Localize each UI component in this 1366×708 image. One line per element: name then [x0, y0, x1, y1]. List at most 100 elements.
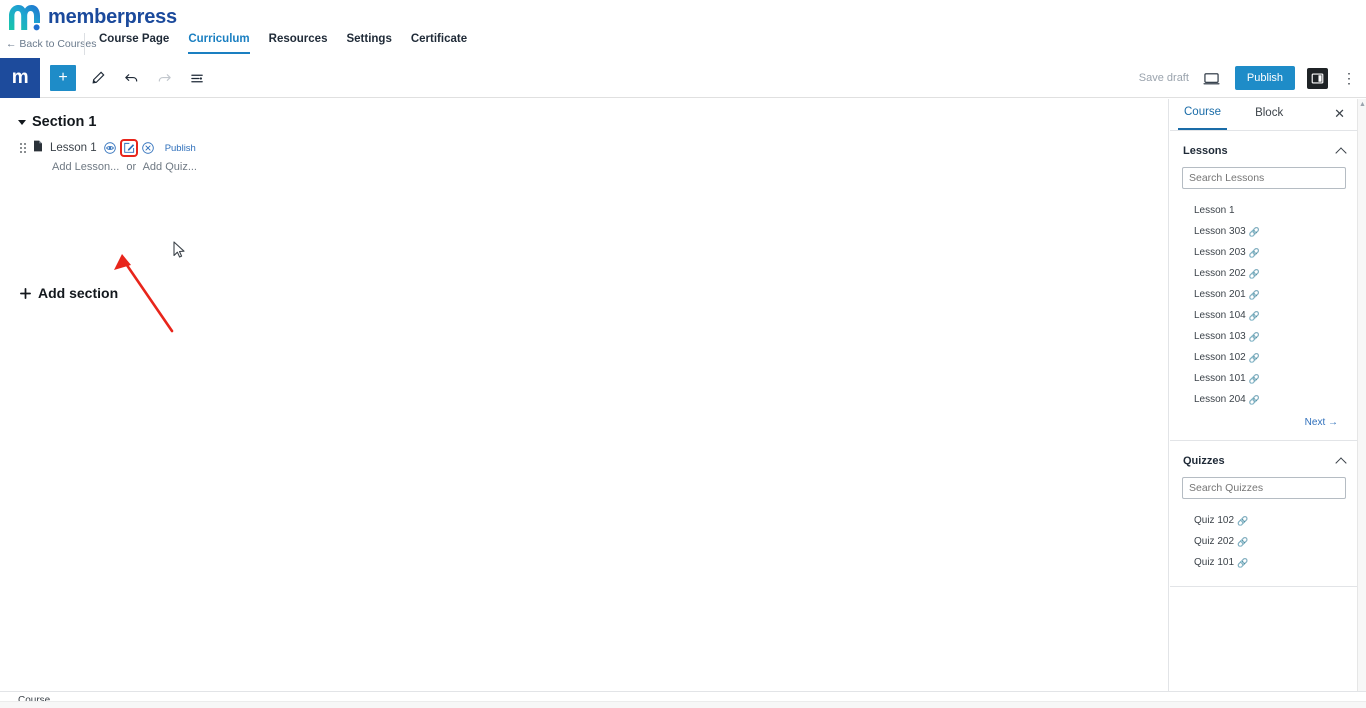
link-icon: 🔗: [1248, 352, 1260, 363]
annotation-arrow: [114, 254, 174, 333]
list-item[interactable]: Quiz 202 🔗: [1170, 532, 1358, 553]
quizzes-list: Quiz 102 🔗 Quiz 202 🔗 Quiz 101 🔗: [1170, 511, 1358, 574]
list-item[interactable]: Lesson 103 🔗: [1170, 327, 1358, 348]
settings-sidebar-icon[interactable]: [1307, 67, 1328, 89]
horizontal-scrollbar[interactable]: [0, 701, 1366, 708]
or-label: or: [126, 161, 137, 173]
editor-home-logo-button[interactable]: m: [0, 58, 40, 98]
link-icon: 🔗: [1237, 536, 1249, 547]
lesson-item-label: Lesson 1: [1194, 205, 1235, 216]
section-title-text: Section 1: [32, 114, 97, 130]
redo-icon[interactable]: [153, 67, 175, 89]
memberpress-course-editor: memberpress ← Back to Courses Course Pag…: [0, 0, 1366, 708]
lesson-name-label[interactable]: Lesson 1: [50, 142, 97, 154]
vertical-scrollbar[interactable]: ▲: [1357, 99, 1366, 691]
brand-header: memberpress ← Back to Courses Course Pag…: [0, 0, 1366, 58]
tab-resources[interactable]: Resources: [269, 33, 328, 54]
chevron-up-icon[interactable]: [1335, 146, 1347, 159]
close-icon[interactable]: ✕: [1334, 107, 1345, 120]
link-icon: 🔗: [1248, 226, 1260, 237]
chevron-up-icon[interactable]: [1335, 456, 1347, 469]
add-lesson-quiz-row: Add Lesson... or Add Quiz...: [52, 161, 197, 173]
preview-monitor-icon[interactable]: [1201, 67, 1223, 89]
add-block-button[interactable]: +: [50, 65, 76, 91]
sidebar-tab-course[interactable]: Course: [1178, 99, 1228, 130]
list-item[interactable]: Lesson 104 🔗: [1170, 306, 1358, 327]
lesson-item-label: Lesson 203: [1194, 247, 1246, 258]
sidebar-tab-block[interactable]: Block: [1249, 100, 1289, 129]
link-icon: 🔗: [1237, 515, 1249, 526]
lessons-panel-header[interactable]: Lessons: [1170, 131, 1358, 167]
tab-curriculum[interactable]: Curriculum: [188, 33, 250, 54]
vertical-ellipsis-icon[interactable]: ⋮: [1340, 71, 1358, 85]
toolbar-right-group: Save draft Publish ⋮: [1139, 58, 1358, 98]
undo-icon[interactable]: [120, 67, 142, 89]
list-item[interactable]: Lesson 203 🔗: [1170, 243, 1358, 264]
link-icon: 🔗: [1248, 310, 1260, 321]
drag-handle-icon[interactable]: [20, 143, 26, 153]
quizzes-panel-header[interactable]: Quizzes: [1170, 441, 1358, 477]
link-icon: 🔗: [1237, 557, 1249, 568]
add-section-label: Add section: [38, 285, 119, 301]
lesson-item-label: Lesson 101: [1194, 373, 1246, 384]
caret-down-icon[interactable]: [18, 119, 26, 125]
eye-preview-icon[interactable]: [103, 142, 116, 154]
publish-button[interactable]: Publish: [1234, 65, 1295, 91]
list-item[interactable]: Lesson 1: [1170, 201, 1358, 222]
list-item[interactable]: Lesson 101 🔗: [1170, 369, 1358, 390]
tab-course-page[interactable]: Course Page: [99, 33, 169, 54]
quizzes-panel: Quizzes Quiz 102 🔗 Quiz 202 🔗 Quiz 101 🔗: [1170, 441, 1358, 587]
toolbar-left-group: +: [50, 58, 208, 98]
link-icon: 🔗: [1248, 289, 1260, 300]
link-icon: 🔗: [1248, 247, 1260, 258]
editor-toolbar: m + Save draft Publish ⋮: [0, 58, 1366, 98]
list-view-icon[interactable]: [186, 67, 208, 89]
plus-icon: [20, 287, 31, 299]
list-item[interactable]: Quiz 102 🔗: [1170, 511, 1358, 532]
add-quiz-link[interactable]: Add Quiz...: [143, 161, 197, 173]
link-icon: 🔗: [1248, 268, 1260, 279]
curriculum-canvas: Section 1 Lesson 1 Publish Add Lesson...…: [0, 99, 1169, 691]
subnav-divider: [84, 33, 85, 55]
document-icon: [33, 139, 43, 157]
list-item[interactable]: Quiz 101 🔗: [1170, 553, 1358, 574]
delete-close-icon[interactable]: [141, 142, 154, 154]
brand-name: memberpress: [48, 6, 177, 28]
lessons-next-link[interactable]: Next →: [1170, 411, 1358, 428]
section-header[interactable]: Section 1: [18, 114, 96, 130]
memberpress-logo[interactable]: memberpress: [6, 2, 177, 32]
search-lessons-input[interactable]: [1182, 167, 1346, 189]
tab-settings[interactable]: Settings: [346, 33, 391, 54]
pen-tool-icon[interactable]: [87, 67, 109, 89]
list-item[interactable]: Lesson 201 🔗: [1170, 285, 1358, 306]
lesson-publish-link[interactable]: Publish: [165, 143, 196, 154]
list-item[interactable]: Lesson 202 🔗: [1170, 264, 1358, 285]
quiz-item-label: Quiz 102: [1194, 515, 1235, 526]
course-settings-sidebar: Course Block ✕ Lessons Lesson 1 Lesson 3…: [1170, 99, 1358, 691]
save-draft-button[interactable]: Save draft: [1139, 72, 1189, 84]
link-icon: 🔗: [1248, 373, 1260, 384]
search-quizzes-input[interactable]: [1182, 477, 1346, 499]
mouse-cursor-icon: [173, 241, 185, 258]
list-item[interactable]: Lesson 102 🔗: [1170, 348, 1358, 369]
scroll-up-icon[interactable]: ▲: [1359, 101, 1366, 108]
add-lesson-link[interactable]: Add Lesson...: [52, 161, 119, 173]
link-icon: 🔗: [1248, 394, 1260, 405]
memberpress-m-logo-icon: [9, 5, 40, 31]
course-nav-tabs: Course Page Curriculum Resources Setting…: [99, 33, 467, 54]
link-icon: 🔗: [1248, 331, 1260, 342]
quiz-item-label: Quiz 202: [1194, 536, 1235, 547]
quiz-item-label: Quiz 101: [1194, 557, 1235, 568]
lesson-item-label: Lesson 303: [1194, 226, 1246, 237]
lessons-panel: Lessons Lesson 1 Lesson 303 🔗 Lesson 203…: [1170, 131, 1358, 441]
lessons-list: Lesson 1 Lesson 303 🔗 Lesson 203 🔗 Lesso…: [1170, 201, 1358, 411]
edit-pencil-icon[interactable]: [119, 139, 138, 157]
tab-certificate[interactable]: Certificate: [411, 33, 467, 54]
lesson-item-label: Lesson 102: [1194, 352, 1246, 363]
back-to-courses-link[interactable]: ← Back to Courses: [6, 38, 96, 50]
list-item[interactable]: Lesson 303 🔗: [1170, 222, 1358, 243]
lesson-row: Lesson 1 Publish: [20, 139, 196, 157]
add-section-button[interactable]: Add section: [20, 285, 118, 301]
list-item[interactable]: Lesson 204 🔗: [1170, 390, 1358, 411]
lesson-item-label: Lesson 204: [1194, 394, 1246, 405]
